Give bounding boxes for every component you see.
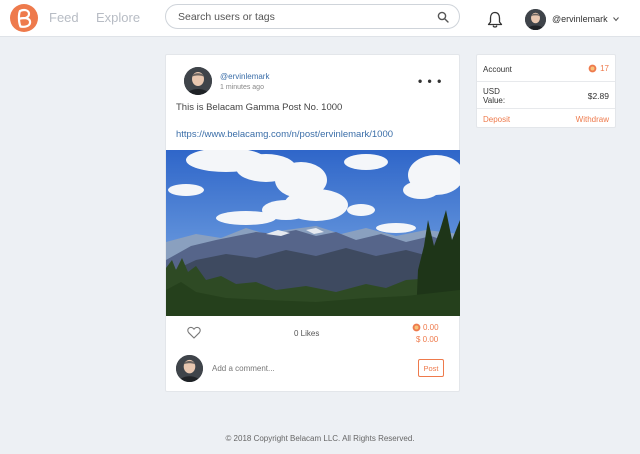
usd-value-amount: $2.89 [587, 91, 609, 101]
post-token-amount: 0.00 [423, 323, 439, 332]
deposit-link[interactable]: Deposit [483, 115, 510, 124]
search-box [165, 4, 460, 29]
heart-icon[interactable] [187, 326, 201, 339]
divider [477, 108, 615, 109]
header-username: @ervinlemark [552, 14, 608, 24]
account-token-balance: 17 [588, 64, 609, 73]
bell-icon[interactable] [487, 11, 503, 29]
post-card: @ervinlemark 1 minutes ago • • • This is… [165, 54, 460, 392]
search-input[interactable] [178, 9, 433, 25]
post-timestamp: 1 minutes ago [220, 84, 264, 91]
belacam-logo-icon[interactable] [10, 4, 38, 32]
post-usd-value: $ 0.00 [416, 335, 439, 344]
top-navigation-bar: Feed Explore @ervinlemark [0, 0, 640, 37]
post-comment-button[interactable]: Post [418, 359, 444, 377]
post-author-link[interactable]: @ervinlemark [220, 72, 269, 81]
search-icon[interactable] [437, 11, 449, 23]
post-image[interactable] [166, 150, 460, 316]
withdraw-link[interactable]: Withdraw [576, 115, 609, 124]
account-panel: Account 17 USD Value: $2.89 Deposit With… [476, 54, 616, 128]
nav-explore-link[interactable]: Explore [96, 10, 140, 25]
chevron-down-icon [613, 17, 619, 22]
token-balance-value: 17 [600, 64, 609, 73]
footer-copyright: © 2018 Copyright Belacam LLC. All Rights… [225, 434, 415, 443]
token-icon [412, 323, 421, 332]
comment-input[interactable] [212, 361, 402, 375]
avatar [525, 9, 546, 30]
more-options-icon[interactable]: • • • [418, 74, 442, 88]
post-author-avatar[interactable] [184, 67, 212, 95]
likes-count: 0 Likes [294, 329, 320, 338]
account-header-row: Account 17 [477, 55, 615, 82]
usd-value-label: USD Value: [483, 87, 506, 105]
nav-feed-link[interactable]: Feed [49, 10, 79, 25]
post-token-value: 0.00 [412, 323, 439, 332]
post-url-link[interactable]: https://www.belacamg.com/n/post/ervinlem… [176, 129, 393, 140]
post-text: This is Belacam Gamma Post No. 1000 [176, 102, 343, 113]
account-title: Account [483, 65, 512, 74]
comment-user-avatar [176, 355, 203, 382]
token-icon [588, 64, 597, 73]
